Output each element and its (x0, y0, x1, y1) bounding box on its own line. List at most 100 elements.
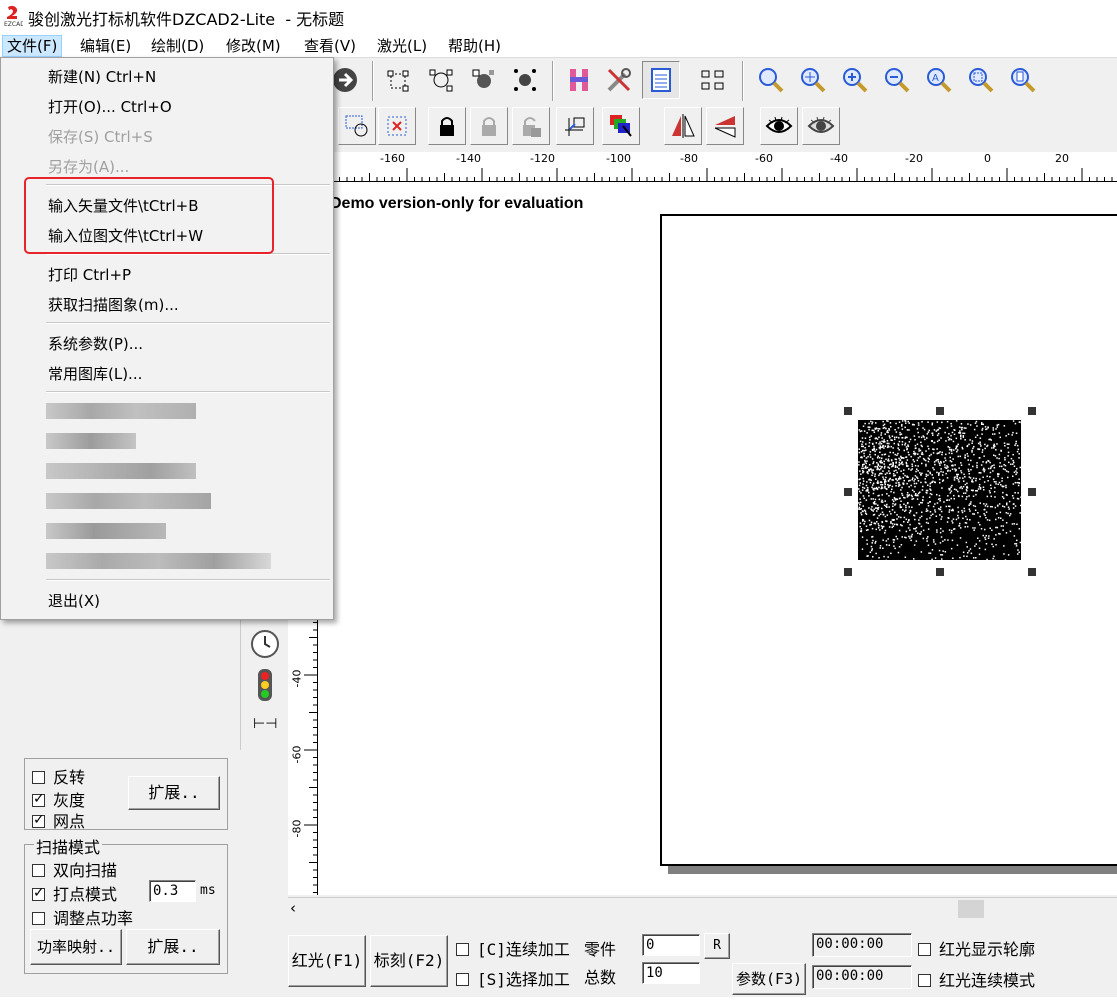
menu-file[interactable]: 文件(F) (2, 35, 63, 57)
unlock-all-button[interactable] (512, 107, 550, 145)
bitmap-object[interactable] (858, 420, 1021, 560)
menu-system-params[interactable]: 系统参数(P)... (48, 333, 143, 354)
menu-library[interactable]: 常用图库(L)... (48, 363, 142, 384)
bitmap-pixel (992, 433, 994, 435)
zoom-page-button[interactable] (1004, 61, 1042, 99)
selection-handle[interactable] (936, 407, 944, 415)
menu-print[interactable]: 打印 Ctrl+P (48, 264, 131, 285)
checkbox-box[interactable] (32, 812, 45, 828)
adjust-power-checkbox[interactable]: 调整点功率 (32, 905, 133, 929)
mirror-h-button[interactable] (664, 107, 702, 145)
menu-modify[interactable]: 修改(M) (222, 35, 285, 57)
extend-button-1[interactable]: 扩展.. (128, 776, 220, 810)
menu-view[interactable]: 查看(V) (300, 35, 360, 57)
lock-button[interactable] (428, 107, 466, 145)
bitmap-pixel (960, 464, 963, 466)
recent-file-redacted[interactable] (46, 493, 211, 509)
dither-checkbox[interactable]: 网点 (32, 808, 85, 832)
checkbox-box[interactable] (918, 943, 931, 956)
bitmap-pixel (861, 489, 864, 491)
zoom-selected-button[interactable] (962, 61, 1000, 99)
parts-input[interactable]: 0 (642, 934, 700, 956)
selection-handle[interactable] (844, 568, 852, 576)
selection-handle[interactable] (844, 407, 852, 415)
bitmap-pixel (867, 472, 869, 475)
total-input[interactable]: 10 (642, 962, 700, 984)
red-light-button[interactable]: 红光(F1) (288, 935, 366, 987)
node-dots-button[interactable] (506, 61, 544, 99)
scroll-left-arrow-icon[interactable]: ‹ (290, 899, 296, 917)
unlock-button[interactable] (470, 107, 508, 145)
checkbox-box[interactable] (918, 974, 931, 987)
selection-handle[interactable] (1028, 568, 1036, 576)
recent-file-redacted[interactable] (46, 553, 271, 569)
mirror-v-button[interactable] (706, 107, 744, 145)
menu-exit[interactable]: 退出(X) (48, 590, 100, 611)
recent-file-redacted[interactable] (46, 403, 196, 419)
checkbox-box[interactable] (456, 943, 469, 956)
hide-button[interactable] (802, 107, 840, 145)
bitmap-pixel (880, 466, 883, 468)
zoom-in-button[interactable] (836, 61, 874, 99)
menu-new[interactable]: 新建(N) Ctrl+N (48, 66, 156, 87)
h-align-button[interactable] (560, 61, 598, 99)
show-button[interactable] (760, 107, 798, 145)
selection-handle[interactable] (936, 568, 944, 576)
object-list-button[interactable] (642, 61, 680, 99)
node-circle-button[interactable] (422, 61, 460, 99)
rotate-select-button[interactable] (338, 107, 376, 145)
red-continuous-checkbox[interactable]: 红光连续模式 (918, 967, 1035, 991)
bidirectional-checkbox[interactable]: 双向扫描 (32, 857, 117, 881)
origin-button[interactable] (556, 107, 594, 145)
bitmap-pixel (906, 448, 908, 450)
selection-handle[interactable] (1028, 407, 1036, 415)
checkbox-box[interactable] (32, 864, 45, 877)
selection-handle[interactable] (844, 488, 852, 496)
layer-color-button[interactable] (602, 107, 640, 145)
menu-draw[interactable]: 绘制(D) (147, 35, 208, 57)
bitmap-pixel (895, 478, 897, 480)
horizontal-scrollbar[interactable] (288, 897, 1117, 921)
checkbox-box[interactable] (32, 791, 45, 807)
extend-axis-icon[interactable]: ⊢⊣ (253, 716, 277, 732)
recent-file-redacted[interactable] (46, 433, 136, 449)
traffic-light-icon[interactable] (253, 668, 277, 702)
menu-help[interactable]: 帮助(H) (444, 35, 505, 57)
zoom-out-button[interactable] (878, 61, 916, 99)
checkbox-box[interactable] (456, 973, 469, 986)
mark-button[interactable]: 标刻(F2) (370, 935, 448, 987)
params-button[interactable]: 参数(F3) (732, 963, 806, 995)
zoom-button[interactable] (752, 61, 790, 99)
selected-checkbox[interactable]: [S]选择加工 (456, 966, 570, 990)
dot-mode-checkbox[interactable]: 打点模式 (32, 881, 117, 905)
extend-button-2[interactable]: 扩展.. (126, 929, 220, 965)
menu-laser[interactable]: 激光(L) (373, 35, 431, 57)
zoom-all-button[interactable]: A (920, 61, 958, 99)
checkbox-box[interactable] (32, 885, 45, 901)
checkbox-box[interactable] (32, 912, 45, 925)
cross-select-button[interactable] (378, 107, 416, 145)
menu-edit[interactable]: 编辑(E) (76, 35, 135, 57)
continuous-checkbox[interactable]: [C]连续加工 (456, 936, 570, 960)
dot-time-input[interactable]: 0.3 (149, 880, 196, 902)
menu-acquire-scan[interactable]: 获取扫描图象(m)... (48, 294, 179, 315)
bitmap-pixel (905, 509, 907, 511)
tools-button[interactable] (600, 61, 638, 99)
timer-icon[interactable] (249, 628, 281, 660)
checkbox-box[interactable] (32, 771, 45, 784)
recent-file-redacted[interactable] (46, 523, 166, 539)
unlock-all-icon (523, 117, 541, 137)
invert-checkbox[interactable]: 反转 (32, 764, 85, 788)
bitmap-pixel (874, 498, 877, 501)
recent-file-redacted[interactable] (46, 463, 196, 479)
selection-handle[interactable] (1028, 488, 1036, 496)
scroll-thumb[interactable] (958, 900, 984, 918)
power-map-button[interactable]: 功率映射.. (30, 929, 122, 965)
menu-open[interactable]: 打开(O)... Ctrl+O (48, 96, 172, 117)
node-select-button[interactable] (380, 61, 418, 99)
tree-button[interactable] (694, 61, 732, 99)
red-outline-checkbox[interactable]: 红光显示轮廓 (918, 936, 1035, 960)
node-fill-button[interactable] (464, 61, 502, 99)
zoom-fit-button[interactable] (794, 61, 832, 99)
reset-button[interactable]: R (704, 933, 730, 959)
